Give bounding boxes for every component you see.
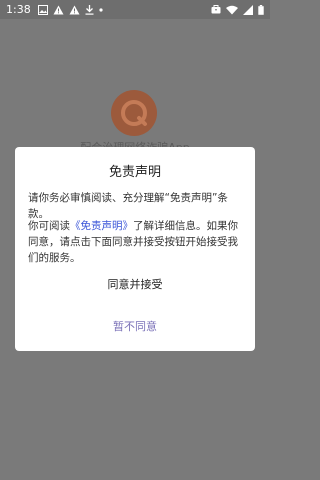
briefcase-icon	[211, 5, 221, 14]
logo-mark-icon	[121, 100, 147, 126]
status-bar: 1:38	[0, 0, 270, 19]
dialog-detail-text: 你可阅读《免责声明》了解详细信息。如果你同意，请点击下面同意并接受按钮开始接受我…	[28, 218, 245, 266]
signal-icon	[243, 4, 253, 15]
wifi-icon	[226, 5, 238, 15]
status-bar-right	[211, 4, 264, 15]
warning-icon	[69, 5, 80, 15]
status-bar-left: 1:38	[6, 3, 103, 16]
agree-button[interactable]: 同意并接受	[15, 276, 255, 292]
status-time: 1:38	[6, 3, 31, 16]
download-icon	[85, 4, 94, 15]
disagree-button[interactable]: 暂不同意	[15, 318, 255, 334]
warning-icon	[53, 5, 64, 15]
dialog-detail-prefix: 你可阅读	[28, 220, 70, 232]
disclaimer-dialog: 免责声明 请你务必审慎阅读、充分理解“免责声明”条款。 你可阅读《免责声明》了解…	[15, 147, 255, 351]
app-logo	[111, 90, 157, 136]
disclaimer-link[interactable]: 《免责声明》	[70, 220, 133, 232]
battery-icon	[258, 4, 264, 15]
dialog-title: 免责声明	[108, 165, 161, 180]
dot-icon	[99, 7, 103, 12]
image-icon	[37, 4, 48, 15]
